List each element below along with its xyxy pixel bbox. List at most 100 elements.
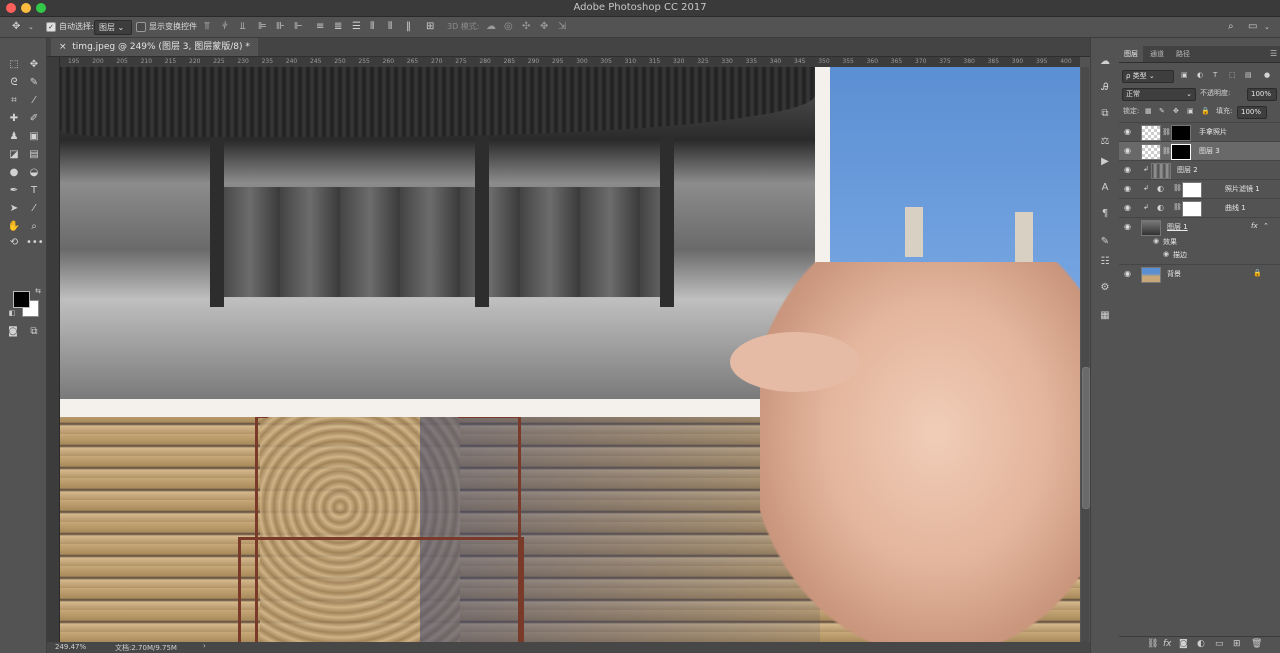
layer-name[interactable]: 曲线 1 xyxy=(1225,203,1246,213)
scale-3d-icon[interactable]: ⇲ xyxy=(558,20,566,34)
visibility-eye-icon[interactable]: ◉ xyxy=(1163,250,1169,258)
align-top-icon[interactable]: ⫪ xyxy=(204,20,210,34)
blend-mode-dropdown[interactable]: 正常 ⌄ xyxy=(1122,88,1196,101)
orbit-3d-icon[interactable]: ☁ xyxy=(486,20,496,34)
tab-layers[interactable]: 图层 xyxy=(1119,46,1143,62)
healing-tool-icon[interactable]: ✚ xyxy=(6,112,22,126)
screen-mode-icon[interactable]: ⧉ xyxy=(26,325,42,339)
tab-paths[interactable]: 路径 xyxy=(1171,46,1195,62)
layer-row[interactable]: ◉ 背景 🔒 xyxy=(1119,264,1280,284)
marquee-tool-icon[interactable]: ⬚ xyxy=(6,58,22,72)
effects-row[interactable]: ◉ 效果 xyxy=(1119,236,1280,249)
auto-align-icon[interactable]: ⊞ xyxy=(426,20,434,34)
layer-mask-thumbnail[interactable] xyxy=(1182,201,1202,217)
opacity-input[interactable]: 100% xyxy=(1247,88,1277,101)
chevron-down-icon[interactable]: ⌄ xyxy=(28,20,34,34)
distribute-right-icon[interactable]: ‖ xyxy=(406,20,411,34)
lock-pixels-icon[interactable]: ✎ xyxy=(1159,106,1165,117)
search-icon[interactable]: ⌕ xyxy=(1228,20,1234,34)
new-group-icon[interactable]: ▭ xyxy=(1215,639,1224,649)
new-layer-icon[interactable]: ⊞ xyxy=(1233,639,1241,649)
align-right-icon[interactable]: ⊩ xyxy=(294,20,303,34)
filter-type-icon[interactable]: T xyxy=(1213,70,1217,81)
lock-transparency-icon[interactable]: ▦ xyxy=(1145,106,1152,117)
roll-3d-icon[interactable]: ◎ xyxy=(504,20,513,34)
rotate-view-tool-icon[interactable]: ⟲ xyxy=(6,236,22,250)
move-tool-icon[interactable]: ✥ xyxy=(26,58,42,72)
grid-icon[interactable]: ▦ xyxy=(1097,308,1113,324)
visibility-eye-icon[interactable]: ◉ xyxy=(1124,146,1131,155)
brush-presets-icon[interactable]: ✎ xyxy=(1097,234,1113,250)
visibility-eye-icon[interactable]: ◉ xyxy=(1153,237,1159,245)
lock-artboard-icon[interactable]: ▣ xyxy=(1187,106,1194,117)
drag-3d-icon[interactable]: ✣ xyxy=(522,20,530,34)
layer-name[interactable]: 图层 2 xyxy=(1177,165,1198,175)
chevron-down-icon[interactable]: ⌄ xyxy=(1264,20,1270,34)
history-icon[interactable]: ⧉ xyxy=(1097,106,1113,122)
vertical-scrollbar[interactable] xyxy=(1081,67,1090,642)
auto-select-target-dropdown[interactable]: 图层 ⌄ xyxy=(94,20,132,35)
layer-row[interactable]: ◉ ↲ 图层 2 xyxy=(1119,160,1280,180)
pen-tool-icon[interactable]: ✒ xyxy=(6,184,22,198)
link-layers-icon[interactable]: ⛓ xyxy=(1147,639,1158,649)
more-tools-icon[interactable]: ••• xyxy=(26,236,44,250)
lasso-tool-icon[interactable]: ᘓ xyxy=(6,76,22,90)
layer-name[interactable]: 图层 1 xyxy=(1167,222,1188,232)
visibility-eye-icon[interactable]: ◉ xyxy=(1124,269,1131,278)
layer-filter-dropdown[interactable]: ρ 类型 ⌄ xyxy=(1122,70,1174,83)
image-canvas[interactable] xyxy=(60,67,1080,642)
align-hcenter-icon[interactable]: ⊪ xyxy=(276,20,285,34)
type-icon[interactable]: A xyxy=(1097,180,1113,196)
distribute-left-icon[interactable]: ⦀ xyxy=(370,20,374,34)
lock-all-icon[interactable]: 🔒 xyxy=(1201,106,1210,117)
visibility-eye-icon[interactable]: ◉ xyxy=(1124,127,1131,136)
filter-toggle-icon[interactable]: ● xyxy=(1264,70,1270,81)
zoom-tool-icon[interactable]: ⌕ xyxy=(26,220,42,234)
play-icon[interactable]: ▶ xyxy=(1097,154,1113,170)
quick-select-tool-icon[interactable]: ✎ xyxy=(26,76,42,90)
history-brush-tool-icon[interactable]: ▣ xyxy=(26,130,42,144)
slide-3d-icon[interactable]: ✥ xyxy=(540,20,548,34)
distribute-bottom-icon[interactable]: ☰ xyxy=(352,20,361,34)
quick-mask-icon[interactable] xyxy=(6,286,22,300)
lock-position-icon[interactable]: ✥ xyxy=(1173,106,1179,117)
character-icon[interactable]: Ꭿ xyxy=(1097,80,1113,96)
fx-icon[interactable]: fx xyxy=(1251,222,1258,230)
layer-mask-thumbnail[interactable] xyxy=(1171,144,1191,160)
quick-mask-mode-icon[interactable]: ◙ xyxy=(5,325,21,339)
document-tab[interactable]: × timg.jpeg @ 249% (图层 3, 图层蒙版/8) * xyxy=(51,38,258,56)
swap-colors-icon[interactable]: ⇆ xyxy=(30,284,46,298)
visibility-eye-icon[interactable]: ◉ xyxy=(1124,222,1131,231)
blur-tool-icon[interactable]: ● xyxy=(6,166,22,180)
actions-icon[interactable]: ⚖ xyxy=(1097,134,1113,150)
distribute-top-icon[interactable]: ≡ xyxy=(316,20,324,34)
close-tab-icon[interactable]: × xyxy=(59,42,67,52)
libraries-icon[interactable]: ☁ xyxy=(1097,54,1113,70)
eraser-tool-icon[interactable]: ◪ xyxy=(6,148,22,162)
align-left-icon[interactable]: ⊫ xyxy=(258,20,267,34)
distribute-vcenter-icon[interactable]: ≣ xyxy=(334,20,342,34)
align-vcenter-icon[interactable]: ⫩ xyxy=(222,20,228,34)
layer-name[interactable]: 照片滤镜 1 xyxy=(1225,184,1260,194)
layer-name[interactable]: 手拿照片 xyxy=(1199,127,1227,137)
zoom-level[interactable]: 249.47% xyxy=(55,643,86,651)
scrollbar-thumb[interactable] xyxy=(1082,367,1090,509)
filter-pixel-icon[interactable]: ▣ xyxy=(1181,70,1188,81)
dodge-tool-icon[interactable]: ◒ xyxy=(26,166,42,180)
layer-name[interactable]: 背景 xyxy=(1167,269,1181,279)
new-adjustment-icon[interactable]: ◐ xyxy=(1197,639,1205,649)
visibility-eye-icon[interactable]: ◉ xyxy=(1124,184,1131,193)
layer-name[interactable]: 图层 3 xyxy=(1199,146,1220,156)
stamp-tool-icon[interactable]: ♟ xyxy=(6,130,22,144)
filter-shape-icon[interactable]: ⬚ xyxy=(1229,70,1236,81)
visibility-eye-icon[interactable]: ◉ xyxy=(1124,165,1131,174)
fill-input[interactable]: 100% xyxy=(1237,106,1267,119)
layer-row[interactable]: ◉ ⛓ 手拿照片 xyxy=(1119,122,1280,142)
distribute-hcenter-icon[interactable]: ⫴ xyxy=(388,20,392,34)
vertical-ruler[interactable] xyxy=(47,57,60,642)
layer-row[interactable]: ◉ ↲ ◐ ⛓ 曲线 1 xyxy=(1119,198,1280,218)
line-tool-icon[interactable]: ⁄ xyxy=(26,202,42,216)
visibility-eye-icon[interactable]: ◉ xyxy=(1124,203,1131,212)
layer-mask-thumbnail[interactable] xyxy=(1182,182,1202,198)
eyedropper-tool-icon[interactable]: ⁄ xyxy=(26,94,42,108)
